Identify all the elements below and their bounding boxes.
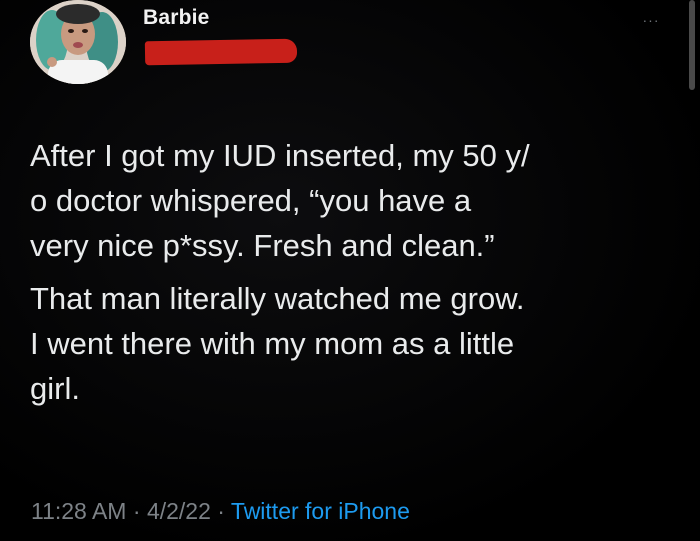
ellipsis-icon[interactable]: ··· <box>636 12 666 28</box>
avatar[interactable] <box>30 0 126 84</box>
meta-separator: · <box>126 498 147 524</box>
tweet-body: After I got my IUD inserted, my 50 y/ o … <box>30 133 685 411</box>
tweet-card: Barbie ··· After I got my IUD inserted, … <box>0 0 700 541</box>
scrollbar[interactable] <box>689 0 695 90</box>
tweet-date[interactable]: 4/2/22 <box>147 498 211 524</box>
tweet-source-link[interactable]: Twitter for iPhone <box>231 498 410 524</box>
tweet-paragraph: That man literally watched me grow. I we… <box>30 281 525 406</box>
display-name[interactable]: Barbie <box>143 6 210 30</box>
meta-separator: · <box>210 498 231 524</box>
tweet-time[interactable]: 11:28 AM <box>31 498 126 524</box>
tweet-metadata: 11:28 AM · 4/2/22 · Twitter for iPhone <box>31 498 410 525</box>
redacted-handle <box>144 38 298 66</box>
profile-photo-avatar-icon <box>30 0 126 84</box>
tweet-paragraph: After I got my IUD inserted, my 50 y/ o … <box>30 138 530 263</box>
